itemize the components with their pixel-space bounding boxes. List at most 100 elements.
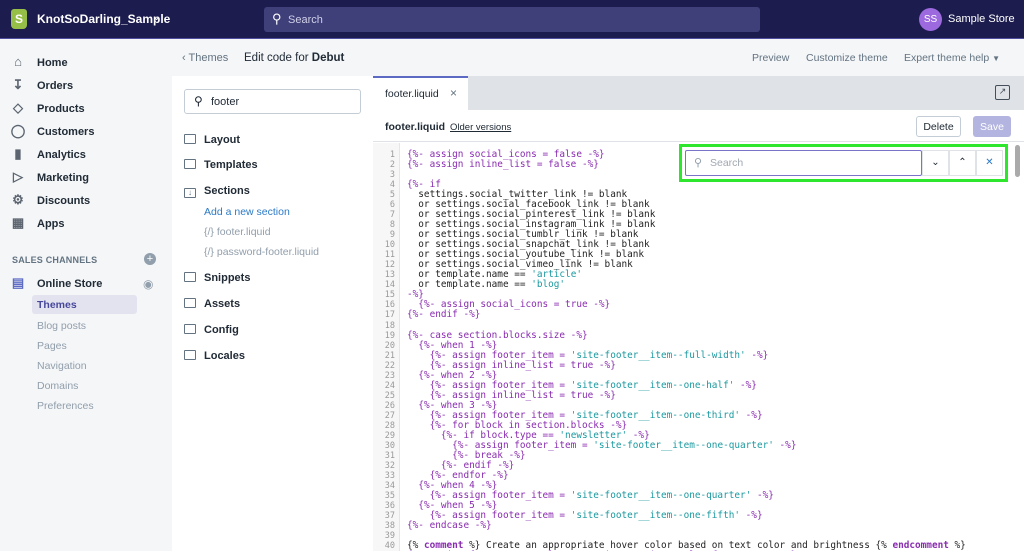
sidebar-subitem-blog-posts[interactable]: Blog posts xyxy=(37,320,86,332)
add-new-section-link[interactable]: Add a new section xyxy=(204,206,290,218)
find-input[interactable] xyxy=(710,151,910,174)
line-number: 17 xyxy=(384,310,395,321)
line-number: 39 xyxy=(384,531,395,542)
sidebar-subitem-preferences[interactable]: Preferences xyxy=(37,400,94,412)
file-name: footer.liquid xyxy=(385,121,446,133)
code-file-icon: {/} xyxy=(204,246,214,258)
avatar[interactable]: SS xyxy=(919,8,942,31)
line-number: 8 xyxy=(389,220,395,231)
back-to-themes-link[interactable]: ‹ Themes xyxy=(182,52,228,64)
folder-snippets[interactable]: Snippets xyxy=(184,272,250,284)
line-number: 31 xyxy=(384,450,395,461)
customize-theme-link[interactable]: Customize theme xyxy=(806,52,888,64)
editor-tab-bar: footer.liquid × ↗ xyxy=(373,76,1024,110)
line-number: 30 xyxy=(384,440,395,451)
search-icon: ⚲ xyxy=(194,94,203,108)
line-number: 20 xyxy=(384,340,395,351)
folder-locales[interactable]: Locales xyxy=(184,350,245,362)
bar-chart-icon: ▮ xyxy=(14,146,22,161)
sidebar-subitem-navigation[interactable]: Navigation xyxy=(37,360,87,372)
line-number: 26 xyxy=(384,400,395,411)
folder-sections[interactable]: ↓ Sections xyxy=(184,185,250,198)
close-tab-icon[interactable]: × xyxy=(450,86,457,100)
megaphone-icon: ▷ xyxy=(13,169,23,184)
find-previous-button[interactable]: ⌃ xyxy=(949,150,976,176)
shopify-logo-icon[interactable]: S xyxy=(11,9,27,29)
sidebar-item-analytics[interactable]: ▮ Analytics xyxy=(0,144,172,166)
line-number: 24 xyxy=(384,380,395,391)
folder-assets[interactable]: Assets xyxy=(184,298,240,310)
store-name[interactable]: KnotSoDarling_Sample xyxy=(37,12,170,26)
find-input-wrapper[interactable]: ⚲ xyxy=(685,150,922,176)
line-number: 5 xyxy=(389,190,395,201)
line-number: 34 xyxy=(384,480,395,491)
global-search-input[interactable] xyxy=(288,7,748,32)
tab-footer-liquid[interactable]: footer.liquid × xyxy=(373,76,468,110)
code-line: or template.name == 'blog' xyxy=(407,279,566,291)
orders-icon: ↧ xyxy=(12,77,24,92)
folder-open-icon: ↓ xyxy=(184,188,196,198)
delete-button[interactable]: Delete xyxy=(916,116,961,137)
save-button[interactable]: Save xyxy=(973,116,1011,137)
line-number: 25 xyxy=(384,390,395,401)
caret-down-icon: ▼ xyxy=(992,54,1001,63)
folder-layout[interactable]: Layout xyxy=(184,134,240,146)
file-footer-liquid[interactable]: {/} footer.liquid xyxy=(204,226,271,238)
folder-icon xyxy=(184,159,196,169)
code-line: {%- endif -%} xyxy=(407,309,481,321)
folder-config[interactable]: Config xyxy=(184,324,239,336)
global-search[interactable]: ⚲ xyxy=(264,7,760,32)
line-number: 4 xyxy=(389,180,395,191)
file-password-footer-liquid[interactable]: {/} password-footer.liquid xyxy=(204,246,319,258)
file-search[interactable]: ⚲ xyxy=(184,89,361,114)
chevron-down-icon[interactable]: ⌄ xyxy=(152,10,161,23)
sidebar-subitem-themes[interactable]: Themes xyxy=(32,295,137,314)
page-title: Edit code for Debut xyxy=(244,52,345,64)
expert-theme-help-dropdown[interactable]: Expert theme help ▼ xyxy=(904,52,1000,64)
sidebar-item-home[interactable]: ⌂ Home xyxy=(0,52,172,74)
sidebar-subitem-domains[interactable]: Domains xyxy=(37,380,78,392)
tag-icon: ◇ xyxy=(13,100,23,115)
line-number: 2 xyxy=(389,160,395,171)
add-channel-icon[interactable]: + xyxy=(144,253,156,265)
account-name[interactable]: Sample Store xyxy=(948,13,1015,25)
sidebar-subitem-pages[interactable]: Pages xyxy=(37,340,67,352)
older-versions-link[interactable]: Older versions xyxy=(450,122,511,133)
line-number: 29 xyxy=(384,430,395,441)
folder-icon xyxy=(184,350,196,360)
line-number: 9 xyxy=(389,230,395,241)
find-in-file-bar: ⚲ ⌄ ⌃ ✕ xyxy=(679,144,1008,182)
line-number: 28 xyxy=(384,420,395,431)
file-search-input[interactable] xyxy=(211,90,356,113)
line-number: 35 xyxy=(384,491,395,502)
line-number: 1 xyxy=(389,150,395,160)
sidebar-item-discounts[interactable]: ⚙ Discounts xyxy=(0,190,172,212)
line-number: 14 xyxy=(384,280,395,291)
folder-icon xyxy=(184,324,196,334)
find-next-button[interactable]: ⌄ xyxy=(922,150,949,176)
chevron-up-icon: ⌃ xyxy=(958,157,967,168)
line-number: 27 xyxy=(384,410,395,421)
line-number: 10 xyxy=(384,240,395,251)
code-area[interactable]: 1 2 3 4 5 6 7 8 9 10 11 12 13 14 15 16 17 18 19 20 21 22 23 24 2… xyxy=(373,143,1018,551)
sidebar-item-products[interactable]: ◇ Products xyxy=(0,98,172,120)
line-number: 18 xyxy=(384,320,395,331)
page-header: ‹ Themes Edit code for Debut Preview Cus… xyxy=(172,40,1024,76)
editor-scrollbar[interactable] xyxy=(1015,145,1020,177)
sidebar-item-orders[interactable]: ↧ Orders xyxy=(0,75,172,97)
line-number: 11 xyxy=(384,250,395,261)
sidebar-item-customers[interactable]: ◯ Customers xyxy=(0,121,172,143)
fullscreen-icon[interactable]: ↗ xyxy=(995,85,1010,100)
top-bar: S KnotSoDarling_Sample ⌄ ⚲ SS Sample Sto… xyxy=(0,0,1024,39)
line-number: 7 xyxy=(389,210,395,221)
folder-templates[interactable]: Templates xyxy=(184,159,258,171)
folder-icon xyxy=(184,298,196,308)
folder-icon xyxy=(184,134,196,144)
eye-icon[interactable]: ◉ xyxy=(143,277,153,291)
sidebar-item-marketing[interactable]: ▷ Marketing xyxy=(0,167,172,189)
sidebar-item-apps[interactable]: ▦ Apps xyxy=(0,213,172,235)
preview-link[interactable]: Preview xyxy=(752,52,789,64)
line-number: 6 xyxy=(389,200,395,211)
close-find-button[interactable]: ✕ xyxy=(976,150,1003,176)
line-number: 38 xyxy=(384,521,395,532)
